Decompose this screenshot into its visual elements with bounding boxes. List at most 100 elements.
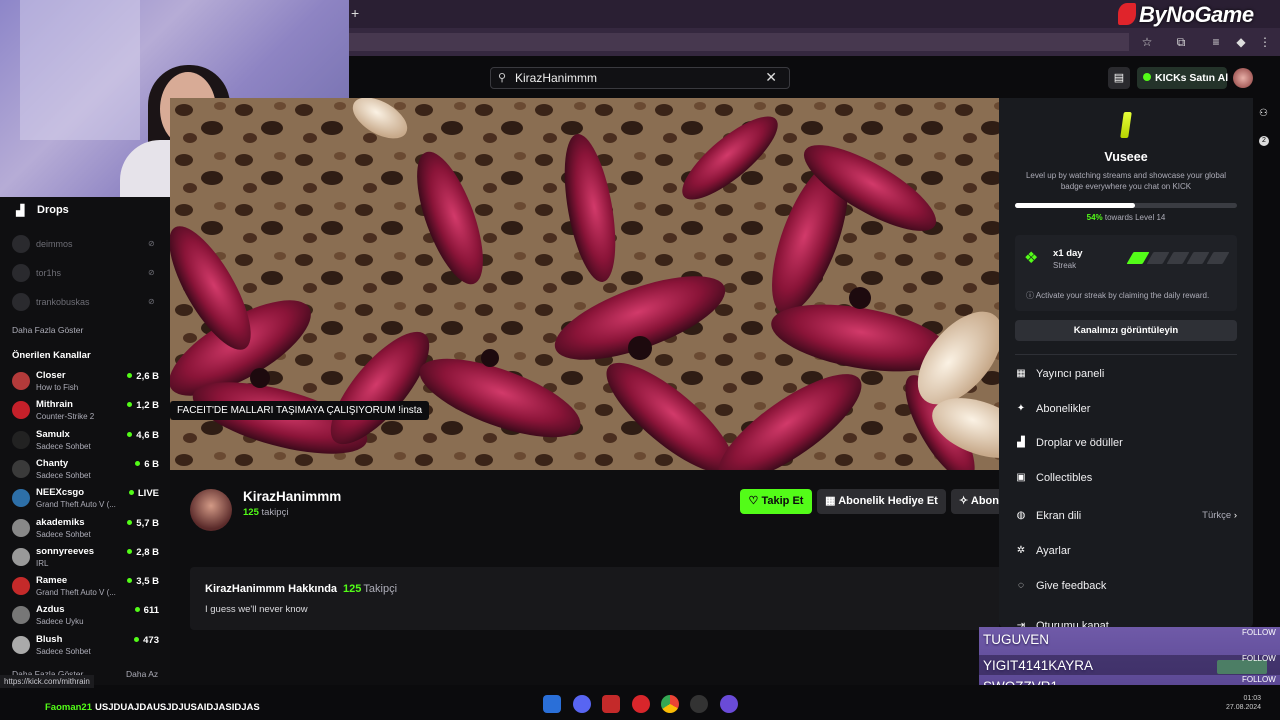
new-tab-button[interactable]: + xyxy=(351,5,359,21)
recommended-heading: Önerilen Kanallar xyxy=(12,350,91,361)
heart-icon: ♡ xyxy=(748,495,759,507)
sidebar-channel-name[interactable]: akademiks xyxy=(36,517,85,528)
search-input[interactable]: ⚲ KirazHanimmm ✕ xyxy=(490,67,790,89)
language-value: Türkçe xyxy=(1202,510,1232,521)
menu-item-ayarlar[interactable]: ✲ Ayarlar xyxy=(1015,540,1237,562)
sidebar-channel-name[interactable]: Samulx xyxy=(36,429,70,440)
sidebar-channel-category: Sadece Uyku xyxy=(36,617,84,626)
offline-icon: ⊘ xyxy=(148,239,155,248)
drops-icon: ▟ xyxy=(1017,437,1025,448)
offline-channel-name[interactable]: tor1hs xyxy=(36,268,61,278)
clock-time: 01:03 xyxy=(1243,695,1262,702)
extension-badge-icon[interactable]: ◆ xyxy=(1234,35,1248,49)
webcam-window xyxy=(20,0,140,140)
subscribe-button[interactable]: ✧ Abon xyxy=(951,489,999,514)
sidebar-channel-name[interactable]: Closer xyxy=(36,370,66,381)
watermark-logo: ByNoGame xyxy=(1118,2,1254,28)
avatar xyxy=(12,577,30,595)
kicks-coin-icon xyxy=(1143,73,1151,81)
streak-label: Streak xyxy=(1053,261,1077,270)
taskbar-clock: 01:03 27.08.2024 xyxy=(1226,694,1261,712)
follow-button[interactable]: ♡ Takip Et xyxy=(740,489,812,514)
menu-item-label: Yayıncı paneli xyxy=(1036,368,1105,380)
kicks-buy-button[interactable]: KICKs Satın Al xyxy=(1137,67,1228,89)
follow-tag: FOLLOW xyxy=(1242,654,1276,663)
obs-icon[interactable] xyxy=(690,695,708,713)
sidebar-channel-name[interactable]: Azdus xyxy=(36,604,65,615)
gift-sub-button[interactable]: ▦ Abonelik Hediye Et xyxy=(817,489,946,514)
discord-icon[interactable] xyxy=(573,695,591,713)
app-icon[interactable] xyxy=(602,695,620,713)
address-bar[interactable] xyxy=(349,33,1129,51)
chat-message: USJDUAJDAUSJDJUSAIDJASIDJAS xyxy=(95,702,260,713)
user-avatar[interactable] xyxy=(1233,68,1253,88)
offline-channel-name[interactable]: deimmos xyxy=(36,239,73,249)
menu-item-droplar-ve-d-ller[interactable]: ▟ Droplar ve ödüller xyxy=(1015,432,1237,454)
sidebar-channel-category: Sadece Sohbet xyxy=(36,647,91,656)
dropdown-divider xyxy=(1015,354,1237,355)
offline-channel-name[interactable]: trankobuskas xyxy=(36,297,90,307)
notification-badge-icon[interactable]: 2 xyxy=(1259,136,1269,146)
search-value: KirazHanimmm xyxy=(515,71,598,85)
sidebar-viewer-count: 2,8 B xyxy=(127,547,159,558)
show-less-button[interactable]: Daha Az xyxy=(126,669,158,679)
live-dot-icon xyxy=(127,432,133,437)
windows-start-icon[interactable] xyxy=(543,695,561,713)
close-icon[interactable]: ✕ xyxy=(765,69,777,86)
info-icon: ⓘ xyxy=(1026,291,1034,300)
playlist-icon[interactable]: ≡ xyxy=(1209,35,1223,49)
streak-days: x1 day xyxy=(1053,248,1083,259)
record-icon[interactable] xyxy=(632,695,650,713)
follow-alert-name: TUGUVEN xyxy=(983,632,1050,647)
viewer-count-value: 1,2 B xyxy=(136,400,159,411)
sidebar-channel-name[interactable]: Chanty xyxy=(36,458,68,469)
menu-item-ekran-dili[interactable]: ◍ Ekran dili Türkçe › xyxy=(1015,505,1237,527)
avatar xyxy=(12,401,30,419)
sparkle-icon: ✦ xyxy=(1016,403,1026,414)
menu-dots-icon[interactable]: ⋮ xyxy=(1258,35,1272,49)
avatar xyxy=(12,264,30,282)
follow-alert-name: YIGIT4141KAYRA xyxy=(983,658,1094,673)
sidebar-viewer-count: 611 xyxy=(134,605,159,616)
sidebar-channel-category: IRL xyxy=(36,559,49,568)
sidebar-channel-name[interactable]: NEEXcsgo xyxy=(36,487,84,498)
sidebar-channel-name[interactable]: Ramee xyxy=(36,575,67,586)
level-description: Level up by watching streams and showcas… xyxy=(1025,171,1227,191)
sidebar-viewer-count: 2,6 B xyxy=(127,371,159,382)
globe-icon: ◍ xyxy=(1016,510,1026,521)
view-channel-button[interactable]: Kanalınızı görüntüleyin xyxy=(1015,320,1237,341)
app-circle-icon[interactable] xyxy=(720,695,738,713)
star-icon[interactable]: ☆ xyxy=(1140,35,1154,49)
extensions-icon[interactable]: ⧉ xyxy=(1174,35,1188,49)
sidebar-viewer-count: 4,6 B xyxy=(127,430,159,441)
sidebar-channel-category: How to Fish xyxy=(36,383,79,392)
sidebar-channel-name[interactable]: Blush xyxy=(36,634,62,645)
layout-icon[interactable]: ▤ xyxy=(1108,67,1130,89)
sidebar-viewer-count: 3,5 B xyxy=(127,576,159,587)
sidebar-drops[interactable]: Drops xyxy=(37,204,69,216)
menu-item-give-feedback[interactable]: ◌ Give feedback xyxy=(1015,575,1237,597)
viewer-count-value: 2,6 B xyxy=(136,371,159,382)
menu-item-label: Collectibles xyxy=(1036,472,1093,484)
menu-item-yay-nc-paneli[interactable]: ▦ Yayıncı paneli xyxy=(1015,363,1237,385)
chrome-icon[interactable] xyxy=(661,695,679,713)
sidebar-channel-name[interactable]: sonnyreeves xyxy=(36,546,94,557)
channel-avatar[interactable] xyxy=(190,489,232,531)
gift-sub-label: Abonelik Hediye Et xyxy=(838,495,938,507)
sidebar-channel-name[interactable]: Mithrain xyxy=(36,399,73,410)
show-more-button[interactable]: Daha Fazla Göster xyxy=(12,325,83,335)
chat-username: Faoman21 xyxy=(45,702,92,713)
viewer-count-value: 5,7 B xyxy=(136,518,159,529)
collectibles-icon: ▣ xyxy=(1016,472,1026,483)
live-dot-icon xyxy=(127,520,133,525)
avatar xyxy=(12,489,30,507)
followers-count: 125 xyxy=(243,507,259,518)
live-dot-icon xyxy=(128,490,134,495)
dashboard-icon: ▦ xyxy=(1016,368,1026,379)
watermark-mark-icon xyxy=(1118,3,1136,25)
streak-info: ⓘ Activate your streak by claiming the d… xyxy=(1026,290,1209,301)
chat-users-icon[interactable]: ⚇ xyxy=(1259,108,1268,119)
menu-item-abonelikler[interactable]: ✦ Abonelikler xyxy=(1015,398,1237,420)
menu-item-collectibles[interactable]: ▣ Collectibles xyxy=(1015,467,1237,489)
sidebar-viewer-count: 473 xyxy=(134,635,159,646)
